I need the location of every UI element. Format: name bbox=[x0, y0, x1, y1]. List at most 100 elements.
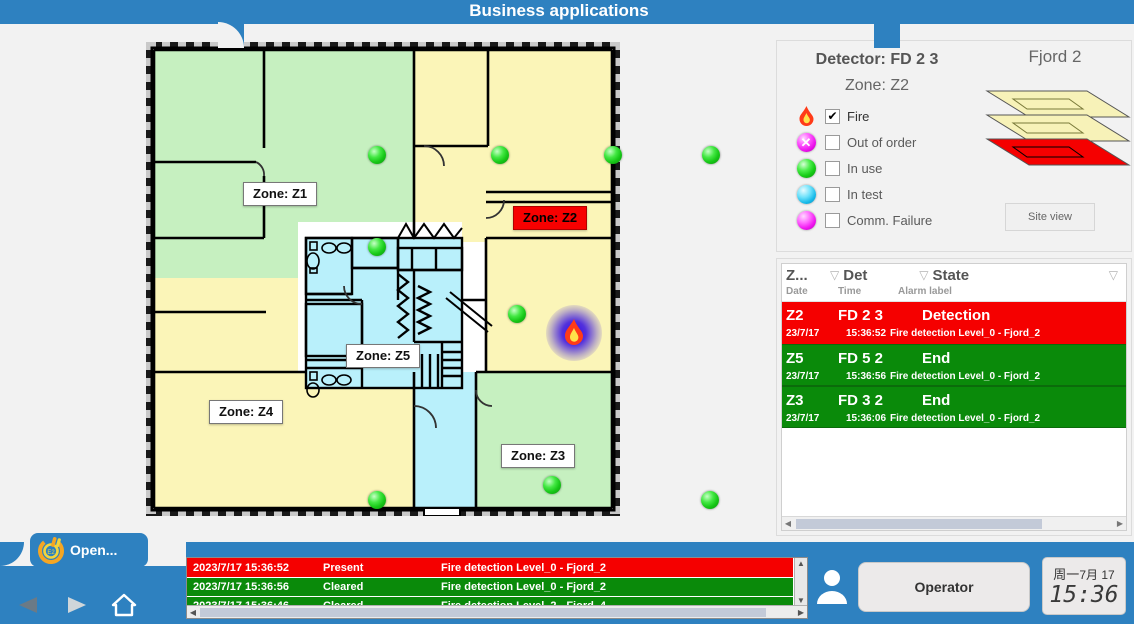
svg-text:E2: E2 bbox=[47, 550, 55, 556]
event-table-hscrollbar[interactable]: ◀ ▶ bbox=[782, 516, 1126, 530]
open-button[interactable]: E2 Open... bbox=[30, 533, 148, 567]
forward-arrow-icon[interactable] bbox=[52, 588, 100, 622]
floorplan[interactable]: Zone: Z1 Zone: Z2 Zone: Z5 Zone: Z4 Zone… bbox=[146, 42, 720, 516]
zone-label-z2[interactable]: Zone: Z2 bbox=[513, 206, 588, 230]
detector-marker[interactable] bbox=[543, 476, 561, 494]
scroll-thumb[interactable] bbox=[796, 518, 1043, 529]
log-status: Cleared bbox=[323, 581, 364, 593]
clock-widget[interactable]: 周一7月 17 15:36 bbox=[1042, 557, 1126, 615]
checkbox-in-use[interactable] bbox=[825, 160, 840, 176]
col-header-state[interactable]: State bbox=[932, 267, 1104, 284]
fire-alarm-marker[interactable] bbox=[546, 305, 602, 361]
nav-controls bbox=[4, 588, 148, 622]
row-time: 15:36:52 bbox=[846, 327, 887, 339]
row-alarm: Fire detection Level_0 - Fjord_2 bbox=[890, 412, 1041, 424]
flame-icon bbox=[793, 105, 819, 127]
detector-marker[interactable] bbox=[368, 238, 386, 256]
state-label-fire: Fire bbox=[847, 108, 870, 124]
zone-label-z1[interactable]: Zone: Z1 bbox=[243, 182, 318, 206]
checkbox-comm-failure[interactable] bbox=[825, 212, 840, 228]
state-filter-in-test[interactable]: In test bbox=[793, 181, 932, 207]
scroll-up-icon[interactable]: ▲ bbox=[797, 559, 805, 568]
detector-marker[interactable] bbox=[368, 491, 386, 509]
detector-marker[interactable] bbox=[491, 146, 509, 164]
checkbox-in-test[interactable] bbox=[825, 186, 840, 202]
state-label-out-of-order: Out of order bbox=[847, 134, 917, 150]
operator-button[interactable]: Operator bbox=[858, 562, 1030, 612]
scroll-down-icon[interactable]: ▼ bbox=[797, 596, 805, 605]
col-header-det[interactable]: Det bbox=[843, 267, 915, 284]
list-item[interactable]: 2023/7/17 15:36:56 Cleared Fire detectio… bbox=[187, 577, 793, 596]
building-levels-diagram[interactable] bbox=[983, 69, 1133, 194]
subcol-alarm-label: Alarm label bbox=[898, 286, 952, 297]
event-table-panel: Z... ▽ Det ▽ State ▽ Date Time Alarm lab… bbox=[776, 258, 1132, 536]
col-header-zone[interactable]: Z... bbox=[786, 267, 826, 284]
clock-day: 17 bbox=[1101, 568, 1115, 583]
table-row[interactable]: Z5 FD 5 2 End 23/7/17 15:36:56 Fire dete… bbox=[782, 344, 1126, 386]
table-row[interactable]: Z2 FD 2 3 Detection 23/7/17 15:36:52 Fir… bbox=[782, 302, 1126, 344]
detector-marker[interactable] bbox=[702, 146, 720, 164]
subcol-date: Date bbox=[786, 286, 808, 297]
row-time: 15:36:06 bbox=[846, 412, 887, 424]
event-table-header: Z... ▽ Det ▽ State ▽ bbox=[782, 264, 1126, 286]
filter-icon-state[interactable]: ▽ bbox=[1105, 268, 1122, 282]
header-curve-left bbox=[218, 22, 244, 48]
subcol-time: Time bbox=[838, 286, 862, 297]
event-table-subheader: Date Time Alarm label bbox=[782, 286, 1126, 302]
scroll-left-icon[interactable]: ◀ bbox=[782, 519, 794, 528]
row-state: End bbox=[922, 391, 951, 409]
alarm-log-panel[interactable]: 2023/7/17 15:36:52 Present Fire detectio… bbox=[186, 557, 808, 619]
row-zone: Z3 bbox=[786, 391, 804, 409]
clock-month: 7月 bbox=[1079, 568, 1098, 583]
scroll-right-icon[interactable]: ▶ bbox=[795, 608, 807, 617]
filter-icon-det[interactable]: ▽ bbox=[915, 268, 932, 282]
state-filter-comm-failure[interactable]: Comm. Failure bbox=[793, 207, 932, 233]
cyan-bulb-icon bbox=[793, 183, 819, 205]
detector-marker[interactable] bbox=[604, 146, 622, 164]
detector-marker[interactable] bbox=[701, 491, 719, 509]
detector-id-label: Detector: FD 2 3 bbox=[815, 51, 939, 68]
green-bulb-icon bbox=[793, 157, 819, 179]
checkbox-out-of-order[interactable] bbox=[825, 134, 840, 150]
filter-icon-zone[interactable]: ▽ bbox=[826, 268, 843, 282]
zone-label-z3[interactable]: Zone: Z3 bbox=[501, 444, 576, 468]
row-det: FD 3 2 bbox=[838, 391, 884, 409]
scroll-thumb[interactable] bbox=[200, 607, 767, 617]
scroll-track[interactable] bbox=[199, 607, 795, 617]
detector-marker[interactable] bbox=[508, 305, 526, 323]
list-item[interactable]: 2023/7/17 15:36:52 Present Fire detectio… bbox=[187, 558, 793, 577]
zone-label-z4[interactable]: Zone: Z4 bbox=[209, 400, 284, 424]
zone-label-z5[interactable]: Zone: Z5 bbox=[346, 344, 421, 368]
state-label-in-use: In use bbox=[847, 160, 883, 176]
header-curve-right bbox=[874, 22, 900, 48]
log-datetime: 2023/7/17 15:36:56 bbox=[193, 581, 290, 593]
magenta-bulb-icon bbox=[793, 209, 819, 231]
row-date: 23/7/17 bbox=[786, 327, 820, 339]
event-table[interactable]: Z... ▽ Det ▽ State ▽ Date Time Alarm lab… bbox=[781, 263, 1127, 531]
detector-marker[interactable] bbox=[368, 146, 386, 164]
row-date: 23/7/17 bbox=[786, 412, 820, 424]
scroll-track[interactable] bbox=[794, 518, 1114, 529]
back-arrow-icon[interactable] bbox=[4, 588, 52, 622]
state-filter-out-of-order[interactable]: ✕ Out of order bbox=[793, 129, 932, 155]
home-icon[interactable] bbox=[100, 588, 148, 622]
alarm-log-hscrollbar[interactable]: ◀ ▶ bbox=[187, 605, 807, 618]
app-root: Business applications Zone: Z1 Zone: Z2 … bbox=[0, 0, 1134, 624]
log-status: Present bbox=[323, 561, 364, 574]
state-label-in-test: In test bbox=[847, 186, 883, 202]
avatar[interactable] bbox=[815, 566, 849, 611]
log-label: Fire detection Level_0 - Fjord_2 bbox=[441, 561, 607, 574]
scroll-right-icon[interactable]: ▶ bbox=[1114, 519, 1126, 528]
state-filter-fire[interactable]: ✔ Fire bbox=[793, 103, 932, 129]
log-label: Fire detection Level_0 - Fjord_2 bbox=[441, 581, 607, 593]
site-view-button[interactable]: Site view bbox=[1005, 203, 1095, 231]
checkbox-fire[interactable]: ✔ bbox=[825, 108, 840, 124]
alarm-log-vscrollbar[interactable]: ▲ ▼ bbox=[794, 558, 807, 606]
table-row[interactable]: Z3 FD 3 2 End 23/7/17 15:36:06 Fire dete… bbox=[782, 386, 1126, 428]
row-alarm: Fire detection Level_0 - Fjord_2 bbox=[890, 327, 1041, 339]
row-det: FD 2 3 bbox=[838, 306, 884, 324]
state-filter-in-use[interactable]: In use bbox=[793, 155, 932, 181]
scroll-left-icon[interactable]: ◀ bbox=[187, 608, 199, 617]
site-name-label: Fjord 2 bbox=[1028, 47, 1082, 66]
flame-icon bbox=[565, 319, 583, 345]
